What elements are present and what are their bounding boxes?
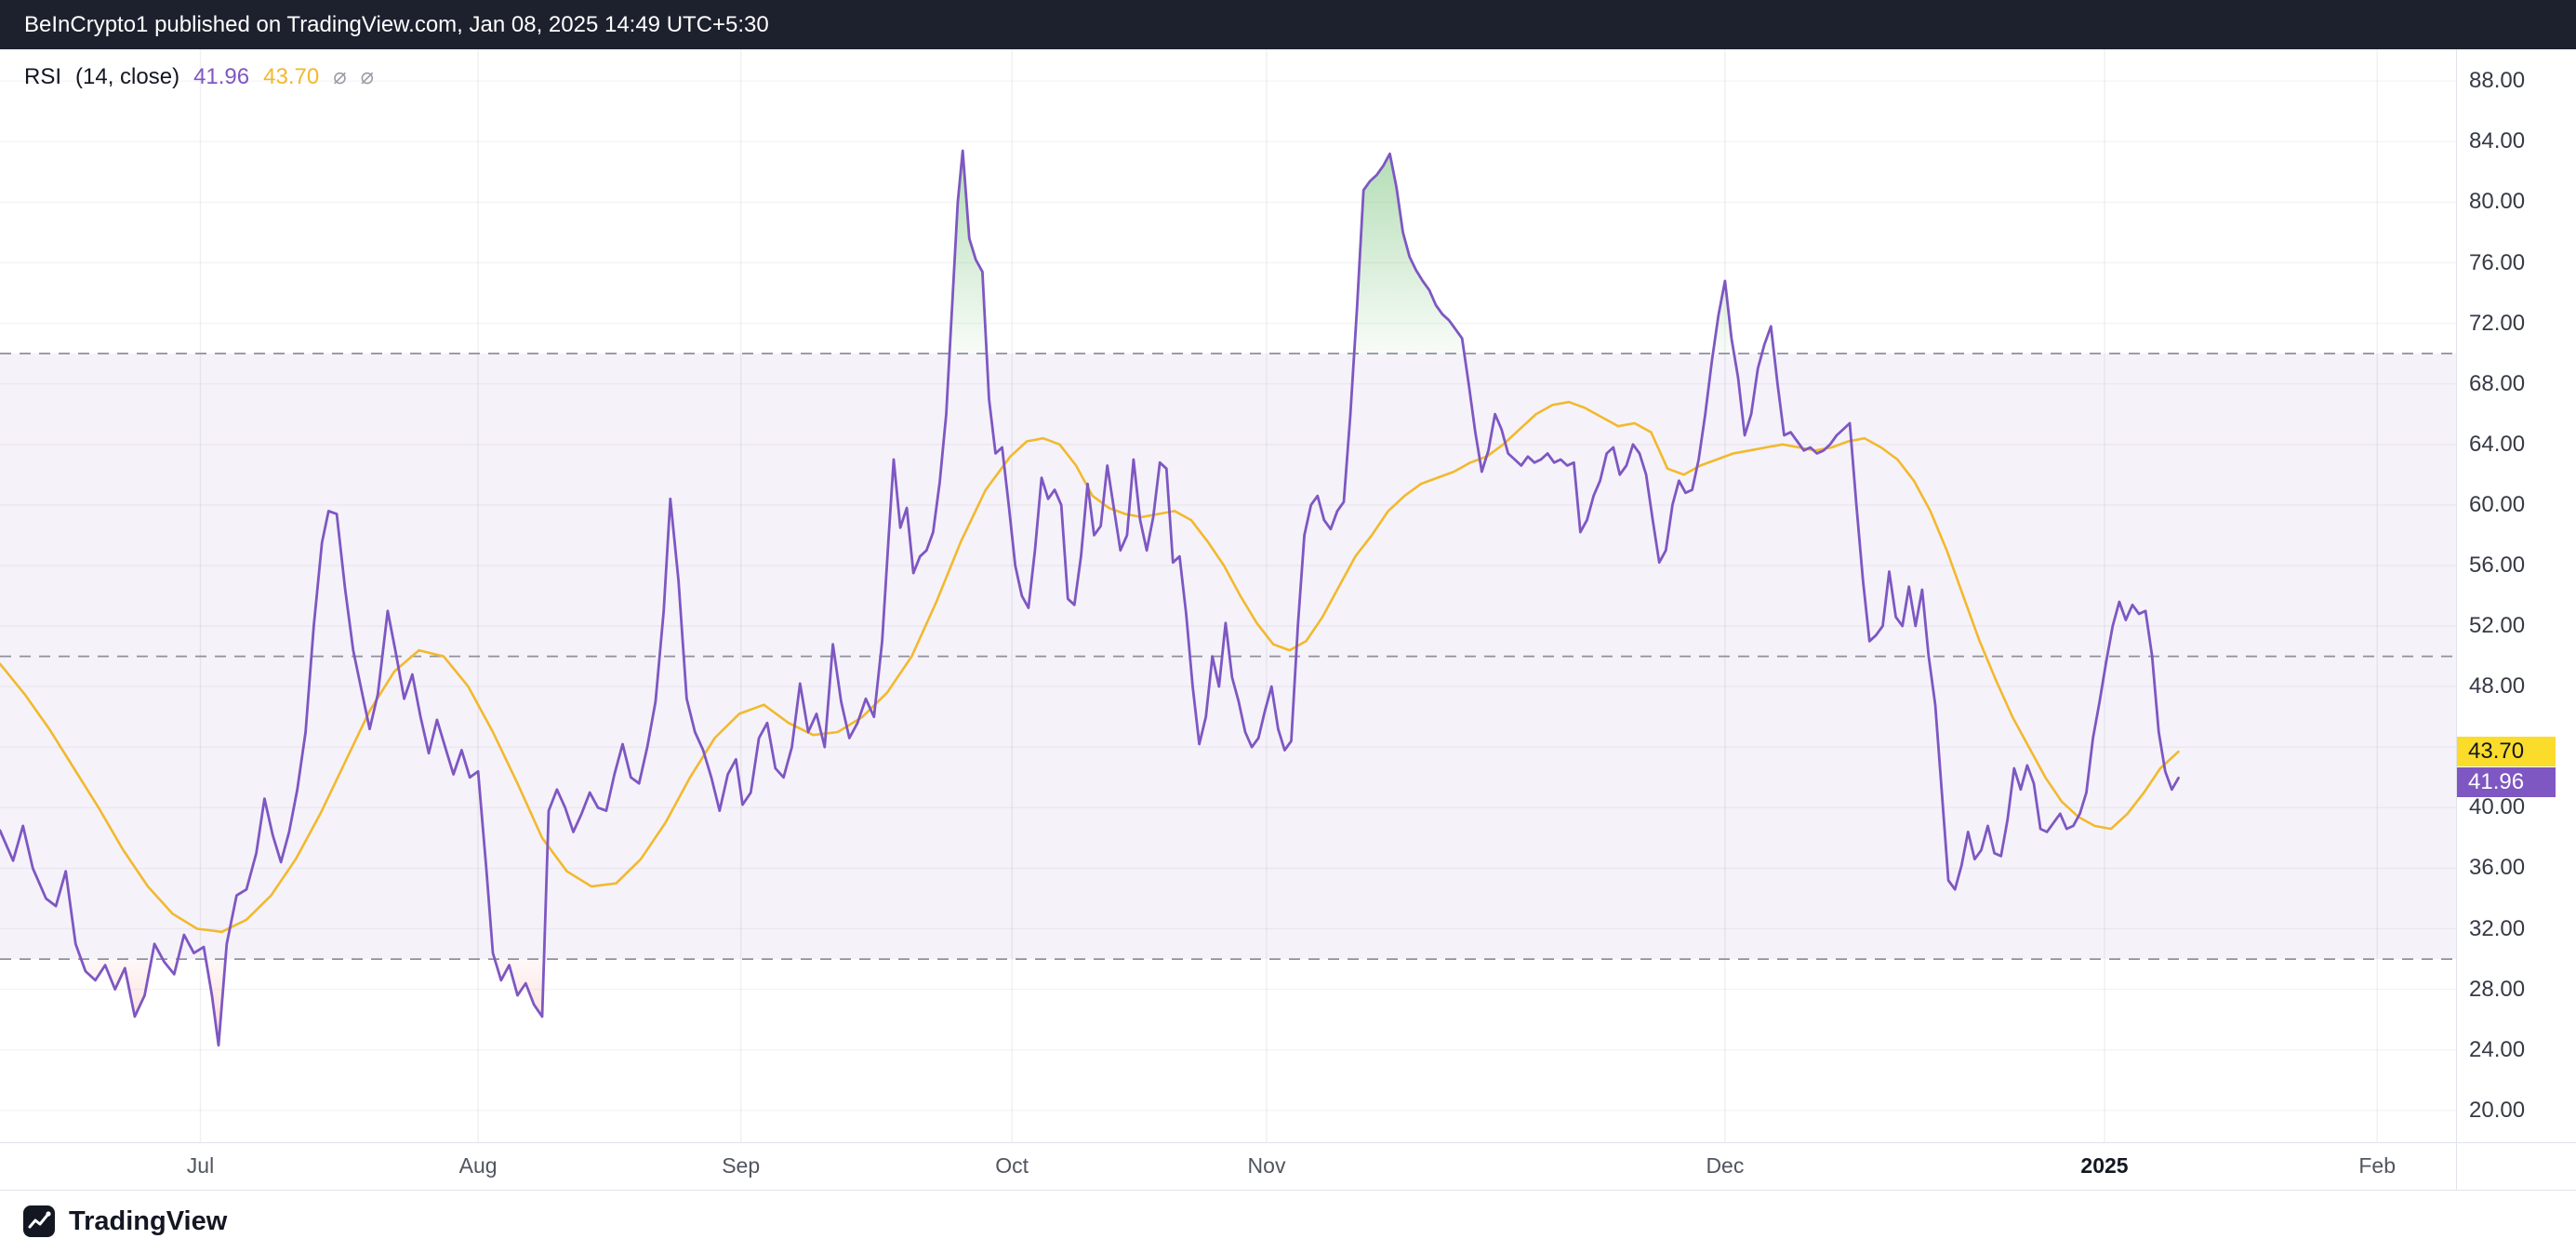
publish-header: BeInCrypto1 published on TradingView.com… [0,0,2576,49]
chart-region: RSI (14, close) 41.96 43.70 ⌀ ⌀ 88.00 84.… [0,49,2576,1190]
price-tick-label: 64.00 [2469,432,2525,458]
time-tick-label: Dec [1706,1153,1744,1179]
time-tick-label: Nov [1248,1153,1286,1179]
tradingview-logo-icon[interactable] [22,1205,56,1238]
price-tick-label: 52.00 [2469,613,2525,639]
indicator-legend[interactable]: RSI (14, close) 41.96 43.70 ⌀ ⌀ [24,64,374,90]
time-tick-label: Aug [459,1153,498,1179]
price-tick-label: 72.00 [2469,311,2525,337]
price-tick-label: 88.00 [2469,68,2525,94]
price-tick-label: 28.00 [2469,977,2525,1003]
time-tick-label: Feb [2358,1153,2396,1179]
time-tick-label: Oct [995,1153,1029,1179]
legend-ma-value: 43.70 [263,64,319,90]
footer: TradingView [0,1190,2576,1252]
legend-rsi-value: 41.96 [193,64,249,90]
price-tick-label: 76.00 [2469,250,2525,276]
price-tick-label: 24.00 [2469,1037,2525,1063]
price-axis[interactable]: 88.00 84.00 80.00 76.00 72.00 68.00 64.00 60.00… [2456,49,2576,1190]
price-tick-label: 84.00 [2469,128,2525,154]
price-tick-label: 56.00 [2469,553,2525,579]
last-value-badge: 43.70 [2457,737,2556,766]
publish-info-text: BeInCrypto1 published on TradingView.com… [24,12,769,38]
indicator-name[interactable]: RSI [24,64,61,90]
price-tick-label: 80.00 [2469,189,2525,215]
tradingview-logomark [22,1205,56,1238]
time-axis[interactable]: Jul Aug Sep Oct Nov Dec 2025 Feb [0,1142,2576,1190]
time-tick-label: Jul [187,1153,214,1179]
price-tick-label: 40.00 [2469,794,2525,820]
indicator-params: (14, close) [75,64,179,90]
hidden-series-icon[interactable]: ⌀ [361,66,374,88]
price-tick-label: 60.00 [2469,492,2525,518]
tradingview-rsi-page: BeInCrypto1 published on TradingView.com… [0,0,2576,1252]
price-tick-label: 36.00 [2469,855,2525,881]
time-tick-label: 2025 [2080,1153,2128,1179]
price-tick-label: 48.00 [2469,673,2525,699]
price-tick-label: 68.00 [2469,371,2525,397]
hidden-series-icon[interactable]: ⌀ [333,66,346,88]
last-value-badge: 41.96 [2457,767,2556,797]
rsi-plot-svg [0,49,2456,1142]
footer-brand-text[interactable]: TradingView [69,1206,227,1237]
price-tick-label: 32.00 [2469,916,2525,942]
time-tick-label: Sep [722,1153,760,1179]
price-tick-label: 20.00 [2469,1098,2525,1124]
plot-area[interactable] [0,49,2456,1142]
